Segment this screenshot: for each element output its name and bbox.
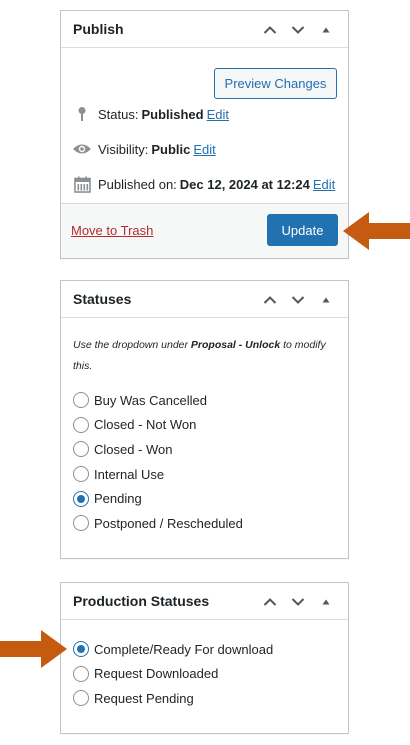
visibility-value: Public xyxy=(151,141,191,157)
toggle-panel-button[interactable] xyxy=(316,20,336,40)
status-option-label: Closed - Won xyxy=(94,441,173,457)
statuses-panel: Statuses Use the dropdown under Proposal… xyxy=(60,280,349,559)
radio-button[interactable] xyxy=(73,466,89,483)
statuses-note: Use the dropdown under Proposal - Unlock… xyxy=(73,335,338,377)
status-option-label: Postponed / Rescheduled xyxy=(94,515,243,531)
production-option[interactable]: Request Pending xyxy=(73,686,273,711)
production-panel-title: Production Statuses xyxy=(73,593,210,609)
arrow-icon xyxy=(343,212,410,250)
publish-panel: Publish Preview Changes Status: Publishe… xyxy=(60,10,349,259)
status-option[interactable]: Internal Use xyxy=(73,462,243,487)
production-radio-list: Complete/Ready For download Request Down… xyxy=(73,637,273,711)
publish-panel-title: Publish xyxy=(73,21,124,37)
production-option-label: Request Downloaded xyxy=(94,666,219,682)
publish-panel-body: Preview Changes Status: Published Edit V… xyxy=(61,48,348,258)
statuses-panel-controls xyxy=(260,281,336,318)
chevron-down-icon xyxy=(291,597,305,606)
visibility-row: Visibility: Public Edit xyxy=(72,139,216,159)
published-on-value: Dec 12, 2024 at 12:24 xyxy=(179,176,310,192)
status-option-label: Internal Use xyxy=(94,466,165,482)
chevron-down-icon xyxy=(291,25,305,34)
move-down-button[interactable] xyxy=(288,20,308,40)
chevron-up-icon xyxy=(263,295,277,304)
radio-button-selected[interactable] xyxy=(73,641,89,658)
status-option[interactable]: Closed - Won xyxy=(73,437,243,462)
publish-panel-header: Publish xyxy=(61,11,348,48)
toggle-panel-button[interactable] xyxy=(316,290,336,310)
production-option-label: Complete/Ready For download xyxy=(94,641,274,657)
calendar-icon xyxy=(72,174,92,194)
toggle-panel-button[interactable] xyxy=(316,592,336,612)
triangle-up-icon xyxy=(322,599,330,604)
radio-button[interactable] xyxy=(73,515,89,532)
edit-status-link[interactable]: Edit xyxy=(207,107,229,122)
publish-actions: Move to Trash Update xyxy=(61,203,348,258)
status-option[interactable]: Postponed / Rescheduled xyxy=(73,511,243,536)
status-label: Status: xyxy=(98,106,139,122)
status-value: Published xyxy=(141,106,204,122)
update-button[interactable]: Update xyxy=(267,214,338,246)
visibility-label: Visibility: xyxy=(98,141,149,157)
radio-button[interactable] xyxy=(73,392,89,409)
triangle-up-icon xyxy=(322,27,330,32)
status-option[interactable]: Pending xyxy=(73,486,243,511)
radio-button-selected[interactable] xyxy=(73,490,89,507)
edit-date-link[interactable]: Edit xyxy=(313,177,335,192)
production-option[interactable]: Request Downloaded xyxy=(73,662,273,687)
status-option-label: Pending xyxy=(94,491,142,507)
statuses-panel-title: Statuses xyxy=(73,291,132,307)
status-option-label: Buy Was Cancelled xyxy=(94,392,207,408)
status-option[interactable]: Buy Was Cancelled xyxy=(73,388,243,413)
status-option-label: Closed - Not Won xyxy=(94,417,197,433)
production-statuses-panel: Production Statuses Complete/Ready For d… xyxy=(60,582,349,734)
status-row: Status: Published Edit xyxy=(72,104,229,124)
statuses-note-bold: Proposal - Unlock xyxy=(190,339,281,351)
chevron-up-icon xyxy=(263,25,277,34)
chevron-up-icon xyxy=(263,597,277,606)
radio-button[interactable] xyxy=(73,665,89,682)
statuses-radio-list: Buy Was Cancelled Closed - Not Won Close… xyxy=(73,388,243,536)
move-down-button[interactable] xyxy=(288,592,308,612)
move-to-trash-link[interactable]: Move to Trash xyxy=(71,223,153,238)
published-on-row: Published on: Dec 12, 2024 at 12:24 Edit xyxy=(72,174,335,194)
production-panel-controls xyxy=(260,583,336,620)
radio-button[interactable] xyxy=(73,441,89,458)
chevron-down-icon xyxy=(291,295,305,304)
move-up-button[interactable] xyxy=(260,20,280,40)
eye-icon xyxy=(72,139,92,159)
move-up-button[interactable] xyxy=(260,592,280,612)
triangle-up-icon xyxy=(322,297,330,302)
production-option[interactable]: Complete/Ready For download xyxy=(73,637,273,662)
status-option[interactable]: Closed - Not Won xyxy=(73,413,243,438)
published-on-label: Published on: xyxy=(98,176,177,192)
pin-icon xyxy=(72,104,92,124)
statuses-panel-header: Statuses xyxy=(61,281,348,318)
move-down-button[interactable] xyxy=(288,290,308,310)
production-panel-header: Production Statuses xyxy=(61,583,348,620)
arrow-icon xyxy=(0,630,67,668)
move-up-button[interactable] xyxy=(260,290,280,310)
radio-button[interactable] xyxy=(73,690,89,707)
production-option-label: Request Pending xyxy=(94,690,194,706)
statuses-note-prefix: Use the dropdown under xyxy=(73,339,188,351)
publish-panel-controls xyxy=(260,11,336,48)
preview-changes-button[interactable]: Preview Changes xyxy=(214,68,337,99)
edit-visibility-link[interactable]: Edit xyxy=(193,142,215,157)
radio-button[interactable] xyxy=(73,416,89,433)
